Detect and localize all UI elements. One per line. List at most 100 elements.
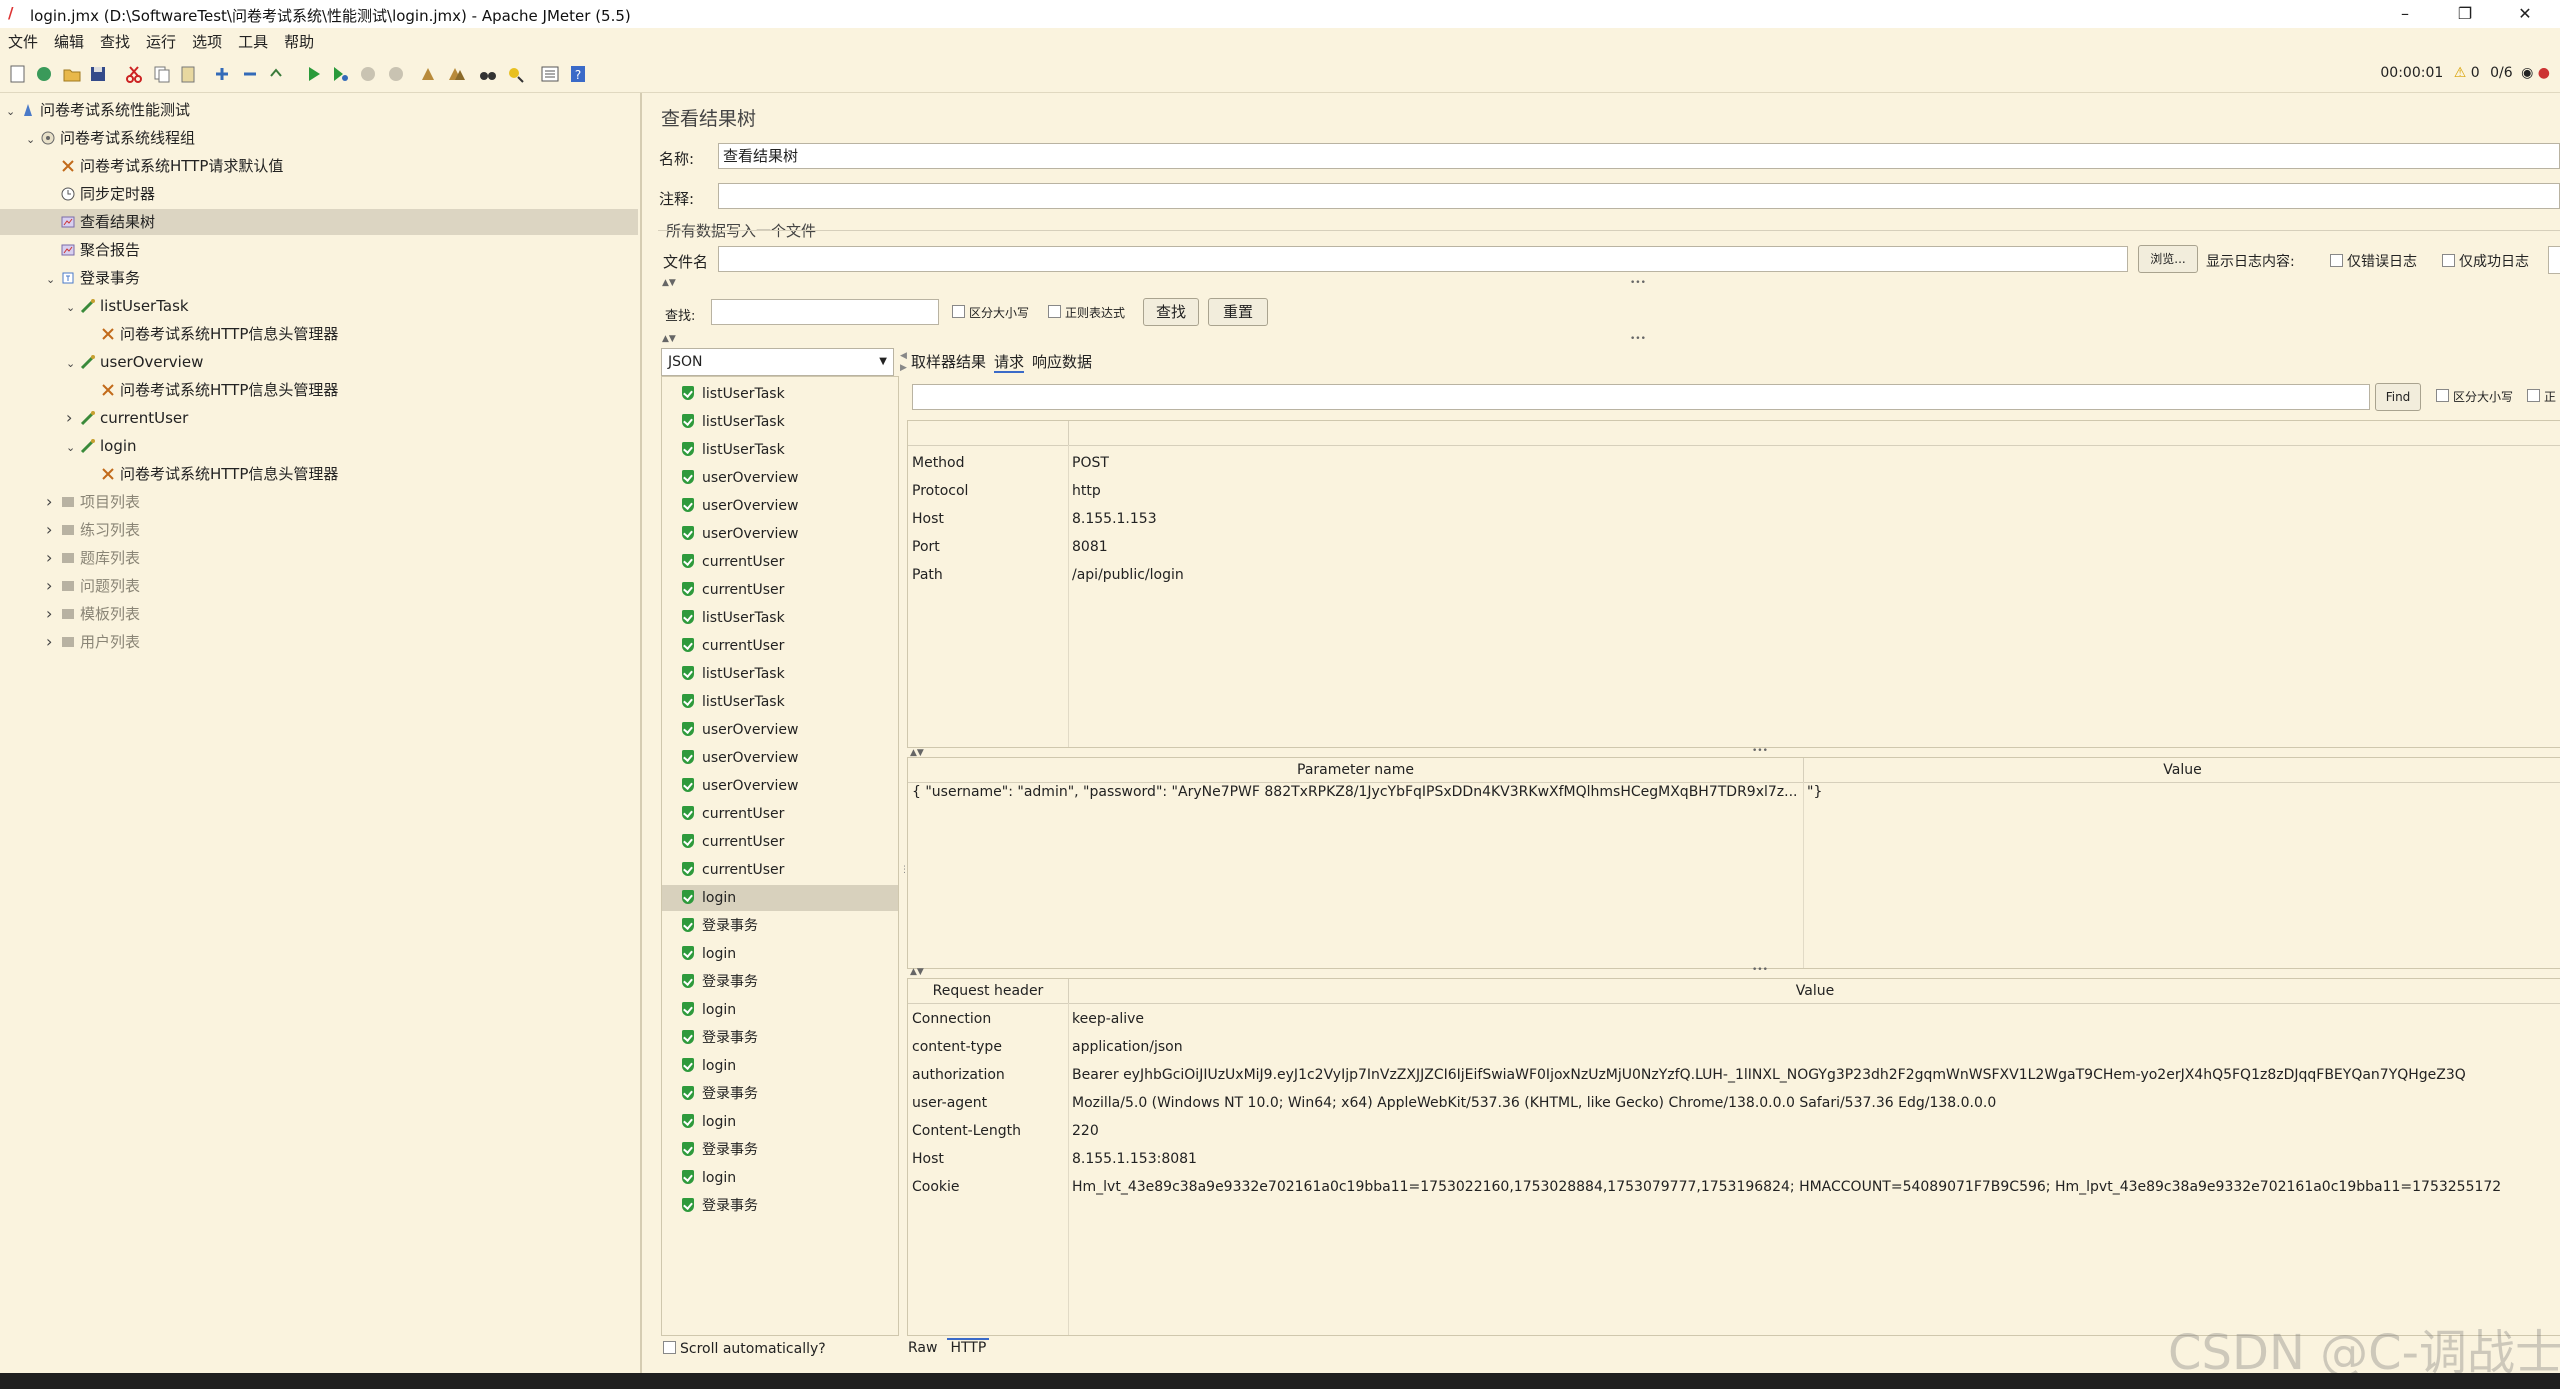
table-row[interactable]: authorization Bearer eyJhbGciOiJIUzUxMiJ9… [908,1061,2560,1089]
shutdown-icon[interactable] [386,64,406,84]
find-input[interactable] [912,384,2370,410]
menu-edit[interactable]: 编辑 [46,28,92,56]
result-item[interactable]: listUserTask [682,437,785,463]
splitter-arrows-4[interactable]: ▲▼ [910,967,924,977]
open-icon[interactable] [62,64,82,84]
browse-button[interactable]: 浏览... [2138,245,2198,273]
clear-all-icon[interactable] [446,64,466,84]
table-row[interactable]: Content-Length 220 [908,1117,2560,1145]
templates-icon[interactable] [34,64,54,84]
chevron-right-icon[interactable]: › [66,405,80,431]
chevron-right-icon[interactable]: › [46,629,60,655]
result-item[interactable]: login [682,885,736,911]
splitter-arrows-1[interactable]: ▲▼ [662,278,676,288]
result-item[interactable]: currentUser [682,633,784,659]
chevron-right-icon[interactable]: › [46,601,60,627]
paste-icon[interactable] [178,64,198,84]
renderer-select[interactable]: JSON ▼ [661,348,894,376]
result-item[interactable]: 登录事务 [682,1025,758,1051]
splitter-grip-2[interactable]: ••• [1630,334,1646,344]
chevron-down-icon[interactable]: ⌄ [26,127,40,153]
result-item[interactable]: userOverview [682,717,798,743]
tree-node[interactable]: › 用户列表 [46,629,140,655]
tree-node[interactable]: 问卷考试系统HTTP信息头管理器 [86,377,338,403]
result-item[interactable]: userOverview [682,745,798,771]
result-item[interactable]: userOverview [682,493,798,519]
splitter-arrows-3[interactable]: ▲▼ [910,748,924,758]
table-row[interactable]: Cookie Hm_lvt_43e89c38a9e9332e702161a0c19… [908,1173,2560,1201]
tree-node[interactable]: ⌄ 问卷考试系统性能测试 [6,97,190,123]
result-item[interactable]: userOverview [682,773,798,799]
tree-node[interactable]: 查看结果树 [46,209,155,235]
menu-help[interactable]: 帮助 [276,28,322,56]
chevron-right-icon[interactable]: › [46,573,60,599]
table-row[interactable]: Method POST [908,449,2560,477]
table-row[interactable]: Connection keep-alive [908,1005,2560,1033]
clear-icon[interactable] [418,64,438,84]
tree-node[interactable]: ⌄ 问卷考试系统线程组 [26,125,195,151]
tree-node[interactable]: › 练习列表 [46,517,140,543]
splitter-grip-1[interactable]: ••• [1630,278,1646,288]
table-row[interactable]: Host 8.155.1.153 [908,505,2560,533]
find-regex-checkbox[interactable]: 正 [2527,388,2556,405]
regex-checkbox[interactable]: 正则表达式 [1048,304,1125,321]
result-item[interactable]: currentUser [682,577,784,603]
chevron-down-icon[interactable]: ⌄ [66,435,80,461]
tree-node[interactable]: › 项目列表 [46,489,140,515]
start-no-pauses-icon[interactable] [330,64,350,84]
tree-node[interactable]: › 题库列表 [46,545,140,571]
file-name-field[interactable] [718,246,2128,272]
tree-node[interactable]: 聚合报告 [46,237,140,263]
tree-node[interactable]: 问卷考试系统HTTP信息头管理器 [86,461,338,487]
chevron-down-icon[interactable]: ⌄ [66,295,80,321]
tab-http[interactable]: HTTP [947,1338,990,1356]
vertical-splitter[interactable]: ◀ ▶ ⋮ [900,348,909,1368]
result-item[interactable]: 登录事务 [682,1193,758,1219]
menu-run[interactable]: 运行 [138,28,184,56]
chevron-down-icon[interactable]: ⌄ [66,351,80,377]
result-item[interactable]: currentUser [682,801,784,827]
table-row[interactable]: Protocol http [908,477,2560,505]
case-sensitive-checkbox[interactable]: 区分大小写 [952,304,1029,321]
tree-node[interactable]: ⌄ userOverview [66,349,203,375]
result-item[interactable]: login [682,941,736,967]
menu-options[interactable]: 选项 [184,28,230,56]
copy-icon[interactable] [152,64,172,84]
reset-button[interactable]: 重置 [1208,298,1268,326]
comment-field[interactable] [718,183,2560,209]
save-icon[interactable] [88,64,108,84]
result-item[interactable]: 登录事务 [682,1081,758,1107]
result-item[interactable]: login [682,1053,736,1079]
chevron-down-icon[interactable]: ⌄ [6,99,20,125]
reset-search-icon[interactable] [506,64,526,84]
collapse-icon[interactable] [240,64,260,84]
table-row[interactable]: { "username": "admin", "password": "AryN… [908,778,2560,806]
function-helper-icon[interactable] [540,64,560,84]
chevron-right-icon[interactable]: › [46,489,60,515]
result-item[interactable]: 登录事务 [682,913,758,939]
expand-icon[interactable] [212,64,232,84]
result-item[interactable]: listUserTask [682,605,785,631]
warning-icon[interactable]: ⚠ [2454,65,2467,81]
table-row[interactable]: Host 8.155.1.153:8081 [908,1145,2560,1173]
tree-node[interactable]: 同步定时器 [46,181,155,207]
table-row[interactable]: Port 8081 [908,533,2560,561]
result-item[interactable]: listUserTask [682,409,785,435]
splitter-grip-4[interactable]: ••• [1752,965,1768,975]
result-item[interactable]: 登录事务 [682,969,758,995]
result-item[interactable]: userOverview [682,465,798,491]
cut-icon[interactable] [124,64,144,84]
minimize-button[interactable]: – [2375,2,2435,26]
tab-request[interactable]: 请求 [994,353,1025,373]
search-button[interactable]: 查找 [1143,298,1199,326]
new-icon[interactable] [8,64,28,84]
search-icon[interactable] [478,64,498,84]
tree-node[interactable]: › currentUser [66,405,188,431]
search-input[interactable] [711,299,939,325]
stop-icon[interactable] [358,64,378,84]
errors-only-checkbox[interactable]: 仅错误日志 [2330,251,2417,271]
chevron-right-icon[interactable]: › [46,545,60,571]
table-row[interactable]: content-type application/json [908,1033,2560,1061]
find-button[interactable]: Find [2375,383,2421,411]
splitter-arrows-2[interactable]: ▲▼ [662,334,676,344]
